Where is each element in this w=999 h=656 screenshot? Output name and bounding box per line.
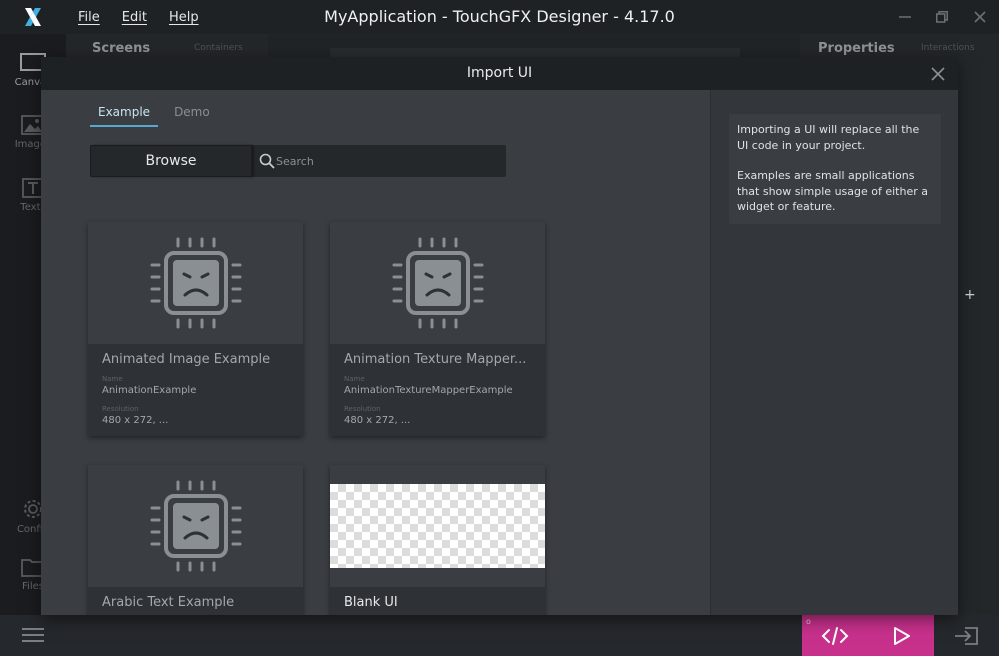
info-box: Importing a UI will replace all the UI c…	[729, 114, 941, 224]
dialog-header: Import UI	[41, 57, 958, 90]
menu-file[interactable]: File	[78, 10, 100, 25]
close-icon	[931, 67, 945, 81]
card-name-label: Name	[344, 375, 365, 383]
tab-demo[interactable]: Demo	[166, 105, 218, 127]
missing-thumbnail-chip-icon	[150, 480, 241, 572]
info-text-replace: Importing a UI will replace all the UI c…	[737, 123, 920, 152]
generate-code-button[interactable]	[818, 622, 852, 650]
card-resolution-label: Resolution	[344, 405, 381, 413]
run-simulator-button[interactable]	[884, 622, 918, 650]
search-bar: Browse	[90, 145, 506, 177]
restore-button[interactable]	[931, 6, 953, 28]
dialog-title: Import UI	[466, 65, 533, 81]
card-resolution: 480 x 272, ...	[344, 415, 411, 426]
status-dot-icon: o	[806, 617, 811, 626]
menu-help[interactable]: Help	[169, 10, 199, 25]
search-icon	[259, 153, 275, 169]
menu-edit[interactable]: Edit	[122, 10, 147, 25]
browse-button[interactable]: Browse	[90, 145, 252, 177]
card-title: Animated Image Example	[102, 352, 271, 367]
missing-thumbnail-chip-icon	[392, 237, 483, 329]
exit-icon	[955, 627, 978, 645]
tab-example[interactable]: Example	[90, 105, 159, 127]
card-name: AnimationTextureMapperExample	[344, 385, 513, 396]
transparent-preview	[330, 484, 545, 568]
info-text-examples: Examples are small applications that sho…	[737, 169, 928, 213]
card-thumbnail	[88, 465, 303, 587]
restore-icon	[936, 11, 948, 23]
info-pane: Importing a UI will replace all the UI c…	[710, 90, 958, 615]
menu-bar: File Edit Help	[78, 0, 199, 34]
card-title: Arabic Text Example	[102, 595, 235, 610]
add-icon: +	[964, 287, 976, 303]
play-icon	[894, 627, 910, 645]
card-title: Animation Texture Mapper...	[344, 352, 527, 367]
example-card-animation-texture-mapper[interactable]: Animation Texture Mapper... Name Animati…	[330, 222, 545, 436]
minimize-button[interactable]	[894, 6, 916, 28]
card-thumbnail	[330, 222, 545, 344]
exit-button[interactable]	[952, 624, 980, 648]
example-card-blank-ui[interactable]: Blank UI	[330, 465, 545, 615]
app-logo-icon	[0, 0, 66, 34]
minimize-icon	[899, 16, 911, 18]
close-window-button[interactable]	[969, 6, 991, 28]
title-bar: File Edit Help MyApplication - TouchGFX …	[0, 0, 999, 34]
card-resolution-label: Resolution	[102, 405, 139, 413]
missing-thumbnail-chip-icon	[150, 237, 241, 329]
card-name: AnimationExample	[102, 385, 197, 396]
example-card-arabic-text[interactable]: Arabic Text Example	[88, 465, 303, 615]
card-thumbnail	[88, 222, 303, 344]
import-ui-dialog: Import UI Example Demo Browse Search Ani…	[41, 57, 958, 615]
close-icon	[974, 11, 986, 23]
code-icon	[821, 627, 849, 645]
example-card-animated-image[interactable]: Animated Image Example Name AnimationExa…	[88, 222, 303, 436]
card-thumbnail	[330, 465, 545, 587]
search-input[interactable]	[276, 145, 501, 177]
hamburger-menu-icon[interactable]	[22, 628, 44, 644]
card-resolution: 480 x 272, ...	[102, 415, 169, 426]
card-name-label: Name	[102, 375, 123, 383]
dialog-tabs: Example Demo	[90, 105, 226, 127]
card-title: Blank UI	[344, 595, 398, 610]
dialog-close-button[interactable]	[928, 64, 948, 84]
